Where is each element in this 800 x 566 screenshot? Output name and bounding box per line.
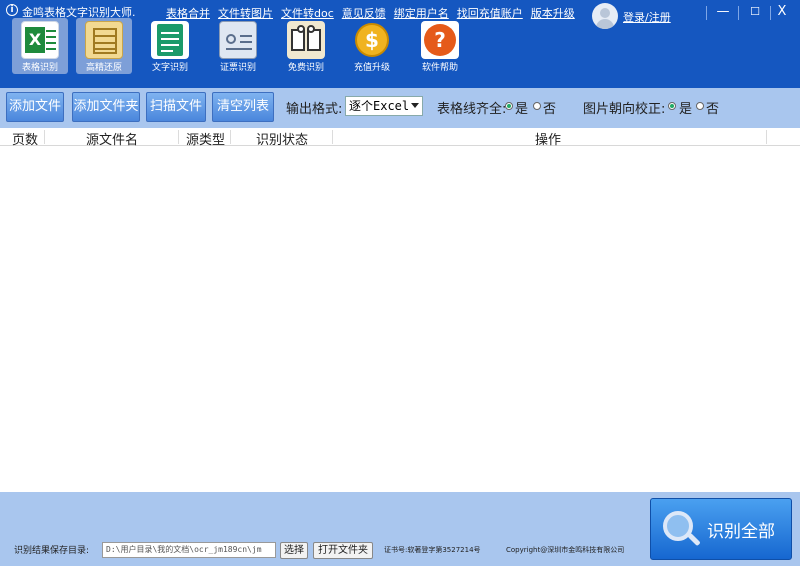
column-header-operation[interactable]: 操作 bbox=[535, 129, 561, 148]
tool-recharge-upgrade[interactable]: $ 充值升级 bbox=[344, 18, 400, 74]
certificate-number: 证书号:软著登字第3527214号 bbox=[384, 546, 481, 554]
tool-text-recognition[interactable]: 文字识别 bbox=[142, 18, 198, 74]
table-lines-yes-label: 是 bbox=[515, 102, 529, 117]
login-register-link[interactable]: 登录/注册 bbox=[623, 9, 671, 25]
recognize-all-button[interactable]: 识别全部 bbox=[650, 498, 792, 560]
output-format-select[interactable]: 逐个Excel bbox=[345, 96, 423, 116]
file-table-body[interactable] bbox=[0, 147, 800, 492]
file-table-header: 页数 源文件名 源类型 识别状态 操作 bbox=[0, 128, 800, 148]
tool-label: 免费识别 bbox=[287, 63, 324, 73]
title-bar: i 金鸣表格文字识别大师. 表格合并 文件转图片 文件转doc 意见反馈 绑定用… bbox=[0, 0, 800, 88]
chevron-down-icon bbox=[411, 103, 419, 108]
text-document-icon bbox=[151, 21, 189, 59]
orientation-yes-label: 是 bbox=[679, 102, 693, 117]
orientation-no-radio[interactable] bbox=[696, 102, 704, 110]
tool-id-recognition[interactable]: 证票识别 bbox=[210, 18, 266, 74]
help-icon: ? bbox=[421, 21, 459, 59]
column-header-status[interactable]: 识别状态 bbox=[256, 129, 308, 148]
table-lines-yes-radio[interactable] bbox=[505, 102, 513, 110]
id-card-icon bbox=[219, 21, 257, 59]
table-lines-no-label: 否 bbox=[543, 102, 557, 117]
close-button[interactable]: X bbox=[767, 0, 797, 24]
save-dir-label: 识别结果保存目录: bbox=[14, 546, 90, 556]
minimize-button[interactable]: — bbox=[708, 0, 738, 24]
window-separator bbox=[706, 6, 707, 20]
tool-table-recognition[interactable]: X 表格识别 bbox=[12, 18, 68, 74]
bottom-bar: 识别结果保存目录: D:\用户目录\我的文档\ocr_jm189cn\jm 选择… bbox=[0, 492, 800, 566]
info-icon[interactable]: i bbox=[6, 4, 18, 16]
book-icon bbox=[287, 21, 325, 59]
excel-icon: X bbox=[21, 21, 59, 59]
column-header-pages[interactable]: 页数 bbox=[12, 129, 38, 148]
save-dir-input[interactable]: D:\用户目录\我的文档\ocr_jm189cn\jm bbox=[102, 542, 276, 558]
table-lines-label: 表格线齐全: bbox=[437, 102, 507, 117]
link-version-upgrade[interactable]: 版本升级 bbox=[531, 5, 575, 21]
add-folder-button[interactable]: 添加文件夹 bbox=[72, 92, 140, 122]
avatar-body bbox=[596, 19, 614, 29]
window-separator bbox=[738, 6, 739, 20]
column-separator bbox=[44, 130, 45, 144]
recognize-all-label: 识别全部 bbox=[707, 522, 775, 542]
avatar[interactable] bbox=[592, 3, 618, 29]
document-grid-icon bbox=[85, 21, 123, 59]
add-file-button[interactable]: 添加文件 bbox=[6, 92, 64, 122]
action-bar: 添加文件 添加文件夹 扫描文件 清空列表 输出格式: 逐个Excel 表格线齐全… bbox=[0, 88, 800, 128]
maximize-button[interactable]: ☐ bbox=[740, 0, 770, 24]
tool-label: 充值升级 bbox=[353, 63, 390, 73]
column-header-source-filename[interactable]: 源文件名 bbox=[86, 129, 138, 148]
column-separator bbox=[230, 130, 231, 144]
copyright-text: Copyright@深圳市金鸣科技有限公司 bbox=[506, 546, 625, 554]
tool-label: 文字识别 bbox=[151, 63, 188, 73]
scan-file-button[interactable]: 扫描文件 bbox=[146, 92, 206, 122]
choose-dir-button[interactable]: 选择 bbox=[280, 542, 308, 559]
column-separator bbox=[332, 130, 333, 144]
tool-high-precision[interactable]: 高精还原 bbox=[76, 18, 132, 74]
column-separator bbox=[178, 130, 179, 144]
image-orientation-label: 图片朝向校正: bbox=[583, 102, 666, 117]
avatar-head bbox=[600, 8, 610, 18]
tool-software-help[interactable]: ? 软件帮助 bbox=[412, 18, 468, 74]
open-folder-button[interactable]: 打开文件夹 bbox=[313, 542, 373, 559]
coin-icon: $ bbox=[353, 21, 391, 59]
clear-list-button[interactable]: 清空列表 bbox=[212, 92, 274, 122]
tool-label: 高精还原 bbox=[85, 63, 122, 73]
column-header-source-type[interactable]: 源类型 bbox=[186, 129, 225, 148]
table-lines-no-radio[interactable] bbox=[533, 102, 541, 110]
tool-label: 表格识别 bbox=[21, 63, 58, 73]
tool-free-recognition[interactable]: 免费识别 bbox=[278, 18, 334, 74]
output-format-value: 逐个Excel bbox=[349, 99, 410, 113]
tool-label: 软件帮助 bbox=[421, 63, 458, 73]
column-separator bbox=[766, 130, 767, 144]
output-format-label: 输出格式: bbox=[286, 102, 343, 117]
orientation-no-label: 否 bbox=[706, 102, 720, 117]
tool-label: 证票识别 bbox=[219, 63, 256, 73]
magnifier-handle bbox=[687, 532, 701, 547]
orientation-yes-radio[interactable] bbox=[668, 102, 676, 110]
